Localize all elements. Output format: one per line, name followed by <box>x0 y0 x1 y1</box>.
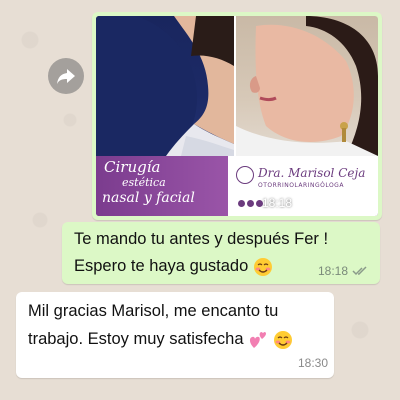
smiling-blush-emoji <box>253 257 272 276</box>
social-icons <box>238 200 263 207</box>
smiling-blush-emoji <box>273 330 292 349</box>
pink-hearts-emoji <box>250 331 267 348</box>
outgoing-message-line2-wrap: Espero te haya gustado <box>74 253 273 280</box>
incoming-message-line2: trabajo. Estoy muy satisfecha <box>28 330 244 348</box>
incoming-message-time: 18:30 <box>298 356 329 370</box>
banner-title-line2: estética <box>122 176 166 189</box>
incoming-message-line1: Mil gracias Marisol, me encanto tu <box>28 302 279 320</box>
before-photo <box>96 16 234 156</box>
incoming-message-line2-wrap: trabajo. Estoy muy satisfecha <box>28 326 293 353</box>
double-check-icon <box>296 198 311 208</box>
image-message-meta: 18:18 <box>262 196 312 210</box>
banner-title-area: Cirugía estética nasal y facial <box>96 156 228 216</box>
outgoing-message-line1: Te mando tu antes y después Fer ! <box>74 230 329 248</box>
after-photo <box>236 16 378 156</box>
image-message-time: 18:18 <box>262 196 293 210</box>
banner-title-line1: Cirugía <box>104 158 161 176</box>
banner-title-line3: nasal y facial <box>102 190 195 206</box>
clinic-logo-icon <box>236 166 254 184</box>
outgoing-message-time: 18:18 <box>318 264 349 278</box>
brand-name: Dra. Marisol Ceja <box>258 166 366 180</box>
clinic-banner: Cirugía estética nasal y facial Dra. Mar… <box>96 156 378 216</box>
double-check-icon <box>352 266 367 276</box>
facebook-icon <box>238 200 245 207</box>
before-after-image[interactable]: Cirugía estética nasal y facial Dra. Mar… <box>96 16 378 216</box>
incoming-message-bubble[interactable]: Mil gracias Marisol, me encanto tu traba… <box>16 292 334 378</box>
brand-subtitle: OTORRINOLARINGÓLOGA <box>258 182 344 189</box>
forward-arrow-icon <box>57 69 75 84</box>
forward-button[interactable] <box>48 58 84 94</box>
outgoing-message-meta: 18:18 <box>318 264 368 278</box>
instagram-icon <box>247 200 254 207</box>
outgoing-message-line2: Espero te haya gustado <box>74 257 249 275</box>
